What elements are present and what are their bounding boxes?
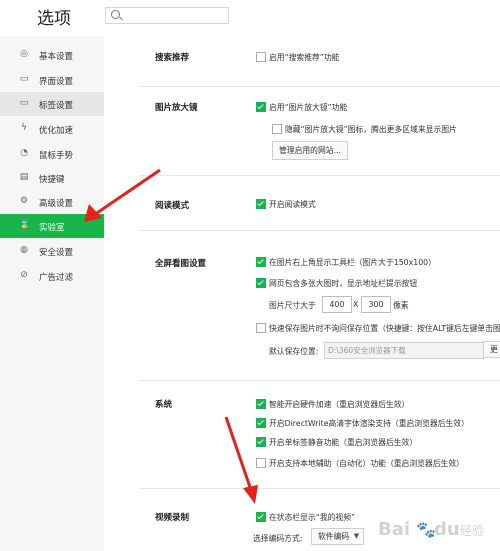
tab-mute-checkbox[interactable] bbox=[256, 437, 266, 447]
codec-value: 软件编码 bbox=[318, 532, 350, 541]
change-path-button[interactable]: 更 bbox=[483, 341, 500, 358]
window-icon: ▭ bbox=[19, 74, 29, 84]
section-title-reading: 阅读模式 bbox=[155, 201, 190, 211]
block-icon: ⊘ bbox=[20, 270, 28, 280]
show-my-videos-label: 在状态栏显示“我的视频” bbox=[269, 513, 356, 522]
sidebar-item-shortcuts[interactable]: ▤ 快捷键 bbox=[0, 166, 104, 190]
sidebar-item-optimize[interactable]: ϟ 优化加速 bbox=[0, 117, 104, 141]
sidebar: ◎ 基本设置 ▭ 界面设置 ▭ 标签设置 ϟ 优化加速 ◔ 鼠标手势 ▤ 快捷键 ⚙ 高级设置… bbox=[0, 36, 104, 551]
svg-text:Bai: Bai bbox=[378, 519, 410, 540]
manage-sites-button[interactable]: 管理启用的网站... bbox=[272, 141, 349, 160]
sidebar-item-label: 鼠标手势 bbox=[39, 151, 74, 161]
hide-magnifier-icon-label: 隐藏“图片放大镜”图标，腾出更多区域来显示图片 bbox=[285, 125, 457, 134]
shield-icon: ◍ bbox=[20, 245, 28, 255]
size-unit: 像素 bbox=[393, 301, 409, 310]
quick-save-checkbox[interactable] bbox=[256, 323, 266, 333]
hardware-accel-checkbox[interactable] bbox=[256, 399, 266, 409]
sidebar-item-label: 快捷键 bbox=[39, 175, 65, 185]
sidebar-item-label: 标签设置 bbox=[39, 101, 74, 111]
default-path-field[interactable]: D:\360安全浏览器下载 bbox=[324, 342, 484, 359]
image-width-input[interactable]: 400 bbox=[322, 296, 352, 313]
divider bbox=[140, 230, 500, 231]
sidebar-item-adblock[interactable]: ⊘ 广告过滤 bbox=[0, 264, 104, 288]
sidebar-item-label: 界面设置 bbox=[39, 77, 74, 87]
divider bbox=[140, 86, 500, 87]
section-title-magnifier: 图片放大镜 bbox=[155, 103, 198, 113]
sidebar-item-advanced[interactable]: ⚙ 高级设置 bbox=[0, 190, 104, 214]
image-size-label: 图片尺寸大于 bbox=[269, 301, 316, 310]
codec-label: 选择编码方式: bbox=[253, 534, 303, 543]
search-recommend-label: 启用“搜索推荐”功能 bbox=[269, 53, 340, 62]
sidebar-item-label: 优化加速 bbox=[39, 126, 74, 136]
chevron-down-icon: ▼ bbox=[353, 532, 360, 540]
section-title-video: 视频录制 bbox=[155, 513, 190, 523]
default-path-label: 默认保存位置: bbox=[269, 347, 319, 356]
svg-text:经验: 经验 bbox=[460, 523, 484, 538]
toolbar-corner-checkbox[interactable] bbox=[256, 257, 266, 267]
section-title-fullscreen: 全屏看图设置 bbox=[155, 259, 207, 269]
divider bbox=[140, 488, 500, 489]
reading-mode-label: 开启阅读模式 bbox=[269, 200, 316, 209]
section-title-system: 系统 bbox=[155, 400, 173, 410]
hourglass-icon: ⌛ bbox=[19, 220, 31, 230]
sidebar-item-label: 基本设置 bbox=[39, 52, 74, 62]
search-input[interactable] bbox=[105, 7, 229, 24]
watermark-logo-icon: Bai 🐾 du 经验 bbox=[378, 519, 484, 540]
keyboard-icon: ▤ bbox=[19, 172, 29, 182]
sidebar-item-lab[interactable]: ⌛ 实验室 bbox=[0, 214, 104, 238]
divider bbox=[140, 175, 500, 176]
reading-mode-checkbox[interactable] bbox=[256, 199, 266, 209]
tab-icon: ▭ bbox=[19, 98, 29, 108]
svg-text:🐾: 🐾 bbox=[416, 520, 436, 539]
search-icon bbox=[111, 10, 120, 19]
baidu-watermark: Bai 🐾 du 经验 bbox=[376, 513, 496, 549]
toolbar-corner-label: 在图片右上角显示工具栏（图片大于150x100） bbox=[269, 258, 436, 267]
sidebar-item-label: 安全设置 bbox=[39, 248, 74, 258]
address-hint-label: 网页包含多张大图时，显示地址栏提示按钮 bbox=[269, 279, 418, 288]
divider bbox=[140, 380, 500, 381]
gear-icon: ⚙ bbox=[19, 196, 29, 206]
tab-mute-label: 开启单标签静音功能（重启浏览器后生效） bbox=[269, 438, 418, 447]
show-my-videos-checkbox[interactable] bbox=[256, 512, 266, 522]
local-assist-checkbox[interactable] bbox=[256, 458, 266, 468]
sidebar-item-mouse-gesture[interactable]: ◔ 鼠标手势 bbox=[0, 142, 104, 166]
hide-magnifier-icon-checkbox[interactable] bbox=[272, 124, 282, 134]
codec-select[interactable]: 软件编码 ▼ bbox=[311, 528, 365, 545]
sidebar-item-label: 实验室 bbox=[39, 223, 65, 233]
quick-save-label: 快速保存图片时不询问保存位置（快捷键：按住ALT键后左键单击图 bbox=[269, 324, 500, 333]
search-recommend-checkbox[interactable] bbox=[256, 52, 266, 62]
sidebar-item-security[interactable]: ◍ 安全设置 bbox=[0, 239, 104, 263]
circle-icon: ◎ bbox=[20, 49, 28, 59]
settings-content bbox=[104, 36, 500, 551]
directwrite-checkbox[interactable] bbox=[256, 418, 266, 428]
directwrite-label: 开启DirectWrite高清字体渲染支持（重启浏览器后生效） bbox=[269, 419, 469, 428]
magnifier-checkbox[interactable] bbox=[256, 102, 266, 112]
svg-text:du: du bbox=[434, 519, 460, 540]
sidebar-item-tabs[interactable]: ▭ 标签设置 bbox=[0, 92, 104, 116]
sidebar-item-basic[interactable]: ◎ 基本设置 bbox=[0, 43, 104, 67]
sidebar-item-interface[interactable]: ▭ 界面设置 bbox=[0, 68, 104, 92]
sidebar-item-label: 高级设置 bbox=[39, 199, 74, 209]
mouse-icon: ◔ bbox=[20, 148, 28, 158]
hardware-accel-label: 智能开启硬件加速（重启浏览器后生效） bbox=[269, 400, 410, 409]
window-title: 选项 bbox=[37, 9, 71, 29]
magnifier-label: 启用“图片放大镜”功能 bbox=[269, 103, 348, 112]
local-assist-label: 开启支持本地辅助（自动化）功能（重启浏览器后生效） bbox=[269, 459, 464, 468]
top-bar: 选项 bbox=[0, 0, 500, 36]
address-hint-checkbox[interactable] bbox=[256, 278, 266, 288]
lightning-icon: ϟ bbox=[21, 123, 27, 133]
section-title-search-recommend: 搜索推荐 bbox=[155, 53, 190, 63]
size-separator: X bbox=[353, 300, 359, 309]
sidebar-item-label: 广告过滤 bbox=[39, 273, 74, 283]
image-height-input[interactable]: 300 bbox=[361, 296, 391, 313]
